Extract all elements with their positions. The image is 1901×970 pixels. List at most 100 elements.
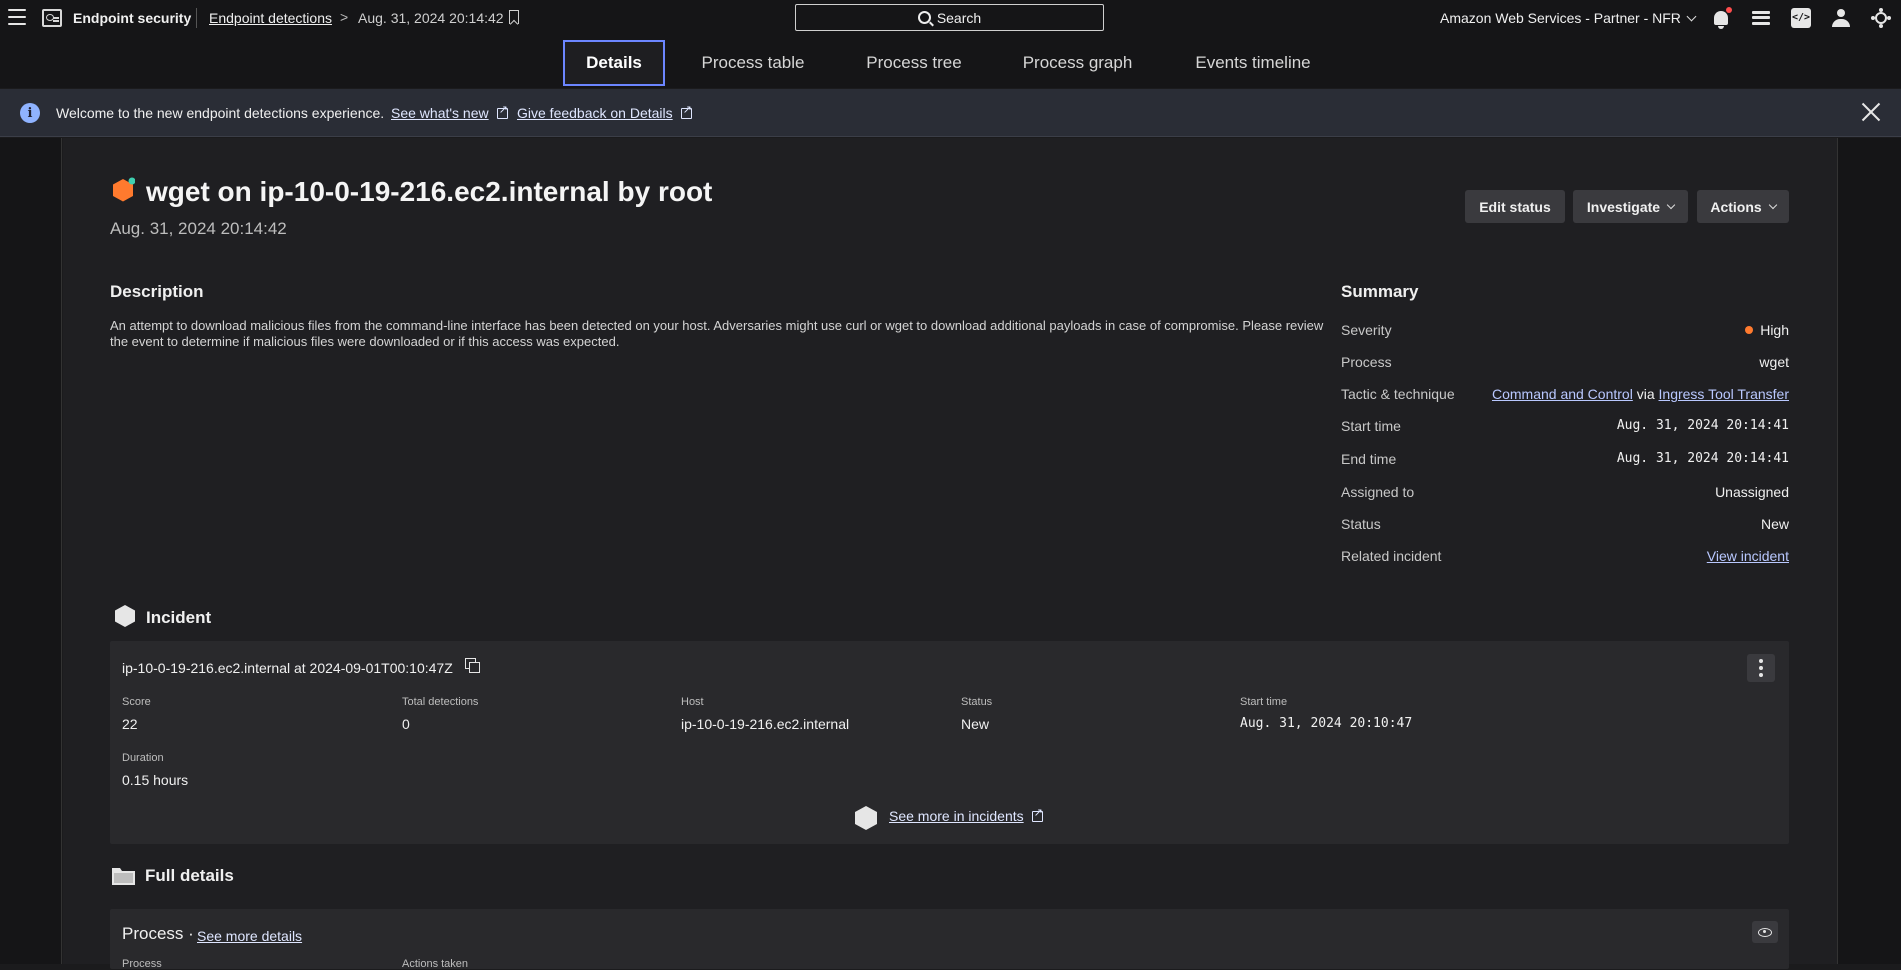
process-column-label: Process	[122, 958, 162, 970]
process-label: Process	[1341, 354, 1392, 370]
edit-status-label: Edit status	[1479, 198, 1551, 215]
detection-title: wget on ip-10-0-19-216.ec2.internal by r…	[146, 176, 713, 207]
whats-new-label: See what's new	[391, 105, 489, 121]
severity-label: Severity	[1341, 322, 1392, 338]
breadcrumb-endpoint-detections[interactable]: Endpoint detections	[209, 10, 332, 26]
account-name: Amazon Web Services - Partner - NFR	[1440, 10, 1681, 26]
tab-details[interactable]: Details	[563, 40, 665, 86]
status-value: New	[1760, 516, 1789, 532]
tab-events-timeline[interactable]: Events timeline	[1182, 40, 1324, 86]
top-icons: </>	[1701, 0, 1901, 35]
tab-process-tree[interactable]: Process tree	[855, 40, 973, 86]
tactic-label: Tactic & technique	[1341, 386, 1455, 402]
incident-heading: Incident	[146, 608, 212, 627]
status-label: Status	[1341, 516, 1381, 532]
summary-heading: Summary	[1341, 282, 1419, 301]
end-time-value: Aug. 31, 2024 20:14:41	[1616, 451, 1789, 466]
user-icon	[1832, 8, 1850, 27]
tab-process-graph[interactable]: Process graph	[1010, 40, 1145, 86]
see-more-incidents-link[interactable]: See more in incidents	[889, 806, 1043, 824]
search-label: Search	[936, 9, 982, 26]
search-icon	[917, 11, 931, 24]
start-time-value: Aug. 31, 2024 20:14:41	[1616, 418, 1789, 433]
chevron-down-icon	[1686, 11, 1697, 22]
search-button[interactable]: Search	[795, 4, 1104, 31]
tactic-link[interactable]: Command and Control	[1492, 386, 1633, 402]
account-selector[interactable]: Amazon Web Services - Partner - NFR	[1440, 10, 1697, 26]
see-more-incidents-label: See more in incidents	[889, 808, 1024, 824]
copy-icon[interactable]	[465, 658, 480, 673]
left-gutter	[0, 138, 62, 964]
summary-severity: Severity High	[1341, 322, 1789, 342]
severity-text: High	[1760, 322, 1789, 338]
info-banner: i Welcome to the new endpoint detections…	[0, 89, 1901, 137]
total-detections-label: Total detections	[402, 696, 479, 708]
summary-assigned: Assigned to Unassigned	[1341, 484, 1789, 504]
right-gutter	[1837, 138, 1901, 964]
view-incident-link[interactable]: View incident	[1707, 548, 1789, 564]
duration-label: Duration	[122, 752, 164, 764]
process-heading-text: Process	[122, 924, 184, 943]
description-heading: Description	[110, 282, 204, 301]
close-banner-icon[interactable]	[1860, 101, 1882, 123]
notification-dot	[1726, 7, 1732, 13]
more-options-button[interactable]	[1747, 654, 1775, 682]
related-incident-value: View incident	[1707, 548, 1789, 564]
stack-button[interactable]	[1741, 0, 1781, 35]
menu-icon[interactable]	[8, 9, 26, 25]
stack-icon	[1752, 10, 1770, 25]
code-icon: </>	[1791, 7, 1811, 28]
tab-process-table[interactable]: Process table	[685, 40, 821, 86]
investigate-button[interactable]: Investigate	[1573, 190, 1688, 223]
incident-hexagon-icon	[855, 806, 877, 830]
description-text: An attempt to download malicious files f…	[110, 318, 1324, 349]
summary-related-incident: Related incident View incident	[1341, 548, 1789, 568]
process-card	[110, 909, 1789, 969]
folder-icon	[112, 868, 135, 885]
incident-status-value: New	[961, 716, 990, 732]
whats-new-link[interactable]: See what's new	[391, 103, 508, 121]
bookmark-icon[interactable]	[509, 10, 519, 24]
assigned-label: Assigned to	[1341, 484, 1415, 500]
edit-status-button[interactable]: Edit status	[1465, 190, 1565, 223]
assigned-value: Unassigned	[1715, 484, 1789, 500]
user-button[interactable]	[1821, 0, 1861, 35]
actions-label: Actions	[1710, 198, 1762, 215]
incident-start-value: Aug. 31, 2024 20:10:47	[1240, 716, 1413, 731]
incident-start-label: Start time	[1240, 696, 1288, 708]
see-more-details-link[interactable]: See more details	[197, 928, 302, 944]
breadcrumb-separator: >	[340, 9, 349, 25]
eye-icon	[1758, 927, 1772, 937]
divider	[196, 8, 197, 28]
end-time-label: End time	[1341, 451, 1397, 467]
info-icon: i	[20, 103, 40, 123]
incident-card-title: ip-10-0-19-216.ec2.internal at 2024-09-0…	[122, 660, 453, 676]
external-link-icon	[1031, 806, 1043, 822]
visibility-toggle-button[interactable]	[1752, 921, 1778, 943]
incident-hexagon-icon	[115, 605, 135, 627]
bell-icon	[1714, 10, 1728, 29]
start-time-label: Start time	[1341, 418, 1401, 434]
sun-icon	[1875, 11, 1887, 24]
score-value: 22	[122, 716, 138, 732]
theme-button[interactable]	[1861, 0, 1901, 35]
chevron-down-icon	[1666, 200, 1676, 209]
technique-link[interactable]: Ingress Tool Transfer	[1659, 386, 1789, 402]
total-detections-value: 0	[402, 716, 410, 732]
external-link-icon	[496, 103, 508, 119]
related-incident-label: Related incident	[1341, 548, 1442, 564]
detection-date: Aug. 31, 2024 20:14:42	[110, 219, 287, 238]
code-button[interactable]: </>	[1781, 0, 1821, 35]
give-feedback-link[interactable]: Give feedback on Details	[517, 103, 692, 121]
duration-value: 0.15 hours	[122, 772, 189, 788]
breadcrumb-current: Aug. 31, 2024 20:14:42	[358, 10, 504, 26]
actions-button[interactable]: Actions	[1697, 190, 1789, 223]
investigate-label: Investigate	[1586, 198, 1661, 215]
via-text: via	[1636, 386, 1655, 402]
process-value: wget	[1759, 354, 1789, 370]
actions-taken-label: Actions taken	[402, 958, 469, 970]
app-name: Endpoint security	[73, 10, 192, 26]
severity-dot	[1745, 326, 1754, 334]
summary-status: Status New	[1341, 516, 1789, 536]
notifications-button[interactable]	[1701, 0, 1741, 35]
